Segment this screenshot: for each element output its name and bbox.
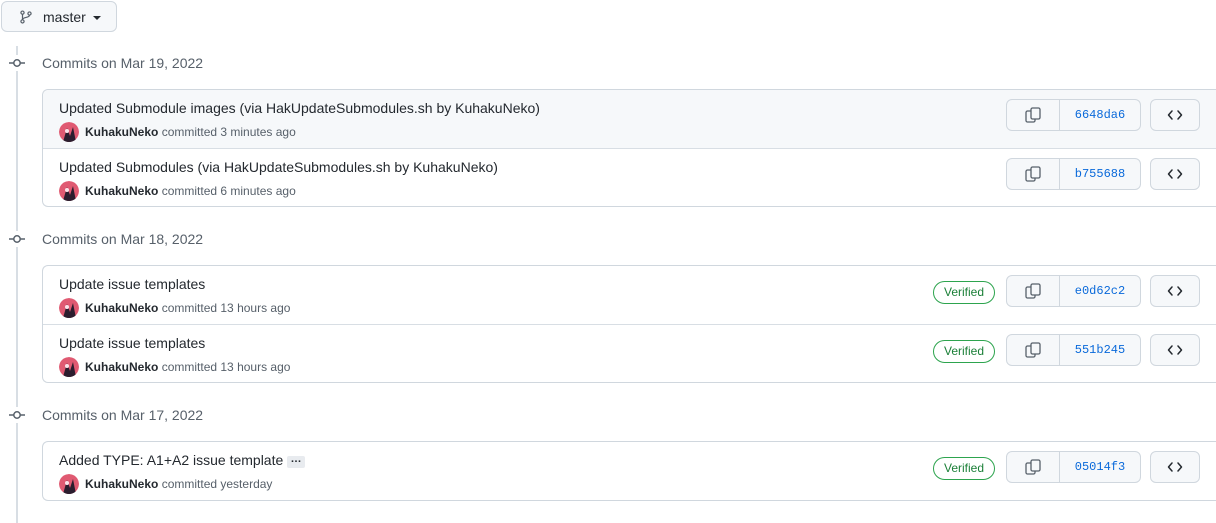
commit-row: Update issue templates KuhakuNeko commit… [43, 266, 1216, 324]
commit-message-link[interactable]: Added TYPE: A1+A2 issue template [59, 452, 283, 468]
commit-list: Added TYPE: A1+A2 issue template … Kuhak… [42, 441, 1216, 501]
commit-row: Updated Submodules (via HakUpdateSubmodu… [43, 148, 1216, 206]
copy-icon [1025, 107, 1041, 123]
branch-name: master [43, 9, 86, 25]
copy-sha-button[interactable] [1007, 100, 1060, 130]
chevron-down-icon [93, 16, 101, 20]
commit-sha-link[interactable]: 05014f3 [1060, 452, 1140, 482]
commit-time: committed 6 minutes ago [161, 184, 296, 198]
commit-row: Update issue templates KuhakuNeko commit… [43, 324, 1216, 382]
commit-author-link[interactable]: KuhakuNeko [85, 125, 158, 139]
commit-message-link[interactable]: Updated Submodule images (via HakUpdateS… [59, 100, 540, 116]
commit-list: Update issue templates KuhakuNeko commit… [42, 265, 1216, 383]
avatar[interactable] [59, 181, 79, 201]
commit-actions: 6648da6 [1006, 99, 1141, 131]
commit-author-link[interactable]: KuhakuNeko [85, 301, 158, 315]
commit-time: committed 13 hours ago [161, 301, 291, 315]
commit-actions: 551b245 [1006, 334, 1141, 366]
commit-sha-link[interactable]: e0d62c2 [1060, 276, 1140, 306]
commit-meta: KuhakuNeko committed 13 hours ago [85, 360, 290, 374]
commit-meta: KuhakuNeko committed yesterday [85, 477, 272, 491]
commit-author-link[interactable]: KuhakuNeko [85, 477, 158, 491]
avatar[interactable] [59, 474, 79, 494]
commit-actions: e0d62c2 [1006, 275, 1141, 307]
git-commit-icon [9, 407, 25, 423]
copy-icon [1025, 459, 1041, 475]
group-date-title: Commits on Mar 19, 2022 [42, 55, 204, 71]
verified-badge[interactable]: Verified [933, 457, 995, 480]
avatar[interactable] [59, 298, 79, 318]
commit-row: Updated Submodule images (via HakUpdateS… [43, 90, 1216, 148]
copy-icon [1025, 342, 1041, 358]
browse-repo-button[interactable] [1150, 334, 1200, 366]
commit-message-link[interactable]: Update issue templates [59, 276, 205, 292]
browse-repo-button[interactable] [1150, 99, 1200, 131]
copy-sha-button[interactable] [1007, 276, 1060, 306]
group-date-title: Commits on Mar 18, 2022 [42, 231, 204, 247]
git-branch-icon [20, 10, 32, 24]
commit-row: Added TYPE: A1+A2 issue template … Kuhak… [43, 442, 1216, 500]
verified-badge[interactable]: Verified [933, 281, 995, 304]
browse-repo-button[interactable] [1150, 451, 1200, 483]
commit-actions: b755688 [1006, 158, 1141, 190]
commit-sha-link[interactable]: b755688 [1060, 159, 1140, 189]
commit-meta: KuhakuNeko committed 13 hours ago [85, 301, 290, 315]
copy-icon [1025, 166, 1041, 182]
commit-sha-link[interactable]: 551b245 [1060, 335, 1140, 365]
code-icon [1167, 345, 1183, 355]
commit-message-link[interactable]: Updated Submodules (via HakUpdateSubmodu… [59, 159, 498, 175]
commit-message-link[interactable]: Update issue templates [59, 335, 205, 351]
browse-repo-button[interactable] [1150, 158, 1200, 190]
commit-meta: KuhakuNeko committed 6 minutes ago [85, 184, 296, 198]
commit-meta: KuhakuNeko committed 3 minutes ago [85, 125, 296, 139]
commit-sha-link[interactable]: 6648da6 [1060, 100, 1140, 130]
code-icon [1167, 110, 1183, 120]
group-date-title: Commits on Mar 17, 2022 [42, 407, 204, 423]
copy-sha-button[interactable] [1007, 159, 1060, 189]
avatar[interactable] [59, 122, 79, 142]
copy-sha-button[interactable] [1007, 452, 1060, 482]
code-icon [1167, 462, 1183, 472]
copy-sha-button[interactable] [1007, 335, 1060, 365]
git-commit-icon [9, 55, 25, 71]
commit-author-link[interactable]: KuhakuNeko [85, 360, 158, 374]
timeline-line [16, 46, 18, 523]
commit-author-link[interactable]: KuhakuNeko [85, 184, 158, 198]
commit-actions: 05014f3 [1006, 451, 1141, 483]
branch-select-button[interactable]: master [1, 1, 117, 32]
commit-time: committed 3 minutes ago [161, 125, 296, 139]
avatar[interactable] [59, 357, 79, 377]
expand-message-button[interactable]: … [287, 454, 305, 468]
commit-list: Updated Submodule images (via HakUpdateS… [42, 89, 1216, 207]
git-commit-icon [9, 231, 25, 247]
browse-repo-button[interactable] [1150, 275, 1200, 307]
commit-time: committed 13 hours ago [161, 360, 291, 374]
code-icon [1167, 286, 1183, 296]
commit-time: committed yesterday [161, 477, 273, 491]
verified-badge[interactable]: Verified [933, 340, 995, 363]
code-icon [1167, 169, 1183, 179]
copy-icon [1025, 283, 1041, 299]
